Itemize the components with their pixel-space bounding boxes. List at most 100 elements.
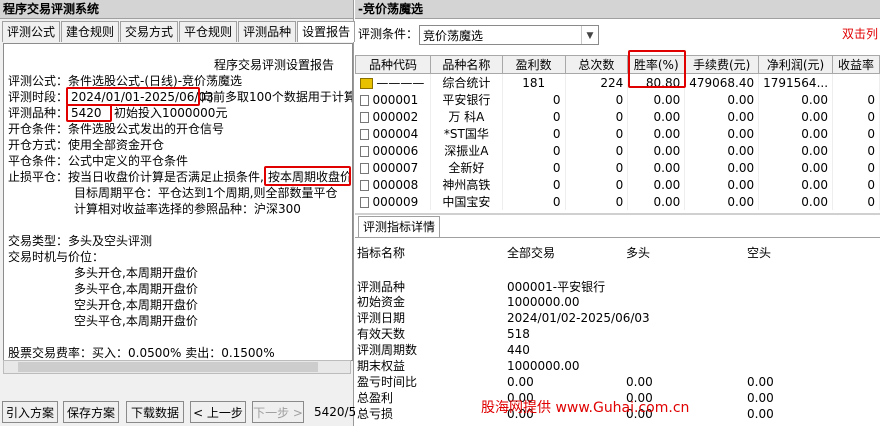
target-label: 目标周期平仓： bbox=[74, 186, 159, 200]
row-profit: 0.00 bbox=[758, 193, 834, 210]
row-profit: 0.00 bbox=[758, 91, 834, 108]
row-winrate: 0.00 bbox=[627, 193, 686, 210]
row-name: *ST国华 bbox=[430, 125, 503, 142]
table-row[interactable]: ———— 综合统计 181 224 80.80 479068.40 179156… bbox=[355, 73, 880, 91]
scrollbar-thumb[interactable] bbox=[18, 362, 318, 372]
detail-row-long: 0.00 bbox=[626, 375, 653, 389]
table-row[interactable]: 000007 全新好 0 0 0.00 0.00 0.00 0 bbox=[355, 159, 880, 176]
row-winrate: 0.00 bbox=[627, 125, 686, 142]
chevron-down-icon[interactable]: ▼ bbox=[581, 26, 598, 44]
detail-row-name: 期末权益 bbox=[357, 359, 406, 373]
progress-indicator: 5420/5 bbox=[314, 405, 357, 419]
row-total: 0 bbox=[565, 142, 629, 159]
tab-formula[interactable]: 评测公式 bbox=[2, 21, 61, 42]
table-row[interactable]: 000002 万 科A 0 0 0.00 0.00 0.00 0 bbox=[355, 108, 880, 125]
document-icon bbox=[359, 145, 369, 157]
row-total: 0 bbox=[565, 91, 629, 108]
timing-long-open: 多头开仓,本周期开盘价 bbox=[74, 266, 198, 280]
prev-step-button[interactable]: < 上一步 bbox=[190, 401, 246, 423]
table-row[interactable]: 000008 神州高铁 0 0 0.00 0.00 0.00 0 bbox=[355, 176, 880, 193]
benchmark: 计算相对收益率选择的参照品种：沪深300 bbox=[74, 202, 301, 216]
detail-row-short: 0.00 bbox=[747, 391, 774, 405]
table-row[interactable]: 000004 *ST国华 0 0 0.00 0.00 0.00 0 bbox=[355, 125, 880, 142]
timing-short-open: 空头开仓,本周期开盘价 bbox=[74, 298, 198, 312]
tab-variety[interactable]: 评测品种 bbox=[238, 21, 297, 42]
detail-row-short: 0.00 bbox=[747, 407, 774, 421]
row-code: ———— bbox=[355, 73, 431, 91]
col-return[interactable]: 收益率 bbox=[832, 55, 880, 74]
tab-close-rules[interactable]: 平仓规则 bbox=[179, 21, 238, 42]
report-horizontal-scrollbar[interactable] bbox=[3, 360, 351, 374]
detail-row-short: 0.00 bbox=[747, 375, 774, 389]
table-row[interactable]: 000009 中国宝安 0 0 0.00 0.00 0.00 0 bbox=[355, 193, 880, 210]
document-icon bbox=[359, 179, 369, 191]
row-win: 0 bbox=[502, 142, 566, 159]
tab-trade-mode[interactable]: 交易方式 bbox=[120, 21, 179, 42]
row-name: 全新好 bbox=[430, 159, 503, 176]
timing-long-close: 多头平仓,本周期开盘价 bbox=[74, 282, 198, 296]
row-return: 0 bbox=[832, 91, 880, 108]
save-button[interactable]: 保存方案 bbox=[63, 401, 119, 423]
row-profit: 1791564... bbox=[758, 73, 834, 91]
close-cond-label: 平仓条件： bbox=[8, 154, 69, 168]
row-return: 0 bbox=[832, 142, 880, 159]
row-profit: 0.00 bbox=[758, 108, 834, 125]
row-name: 神州高铁 bbox=[430, 176, 503, 193]
row-total: 0 bbox=[565, 159, 629, 176]
row-return: 0 bbox=[832, 125, 880, 142]
condition-label: 评测条件： bbox=[358, 27, 419, 41]
next-step-button[interactable]: 下一步 > bbox=[252, 401, 304, 423]
detail-col-long: 多头 bbox=[626, 246, 651, 260]
row-total: 0 bbox=[565, 176, 629, 193]
col-win[interactable]: 盈利数 bbox=[501, 55, 566, 74]
import-button[interactable]: 引入方案 bbox=[2, 401, 58, 423]
row-fee: 0.00 bbox=[684, 91, 760, 108]
table-row[interactable]: 000006 深振业A 0 0 0.00 0.00 0.00 0 bbox=[355, 142, 880, 159]
col-fee[interactable]: 手续费(元) bbox=[684, 55, 760, 74]
detail-row-all: 440 bbox=[507, 343, 530, 357]
row-win: 0 bbox=[502, 193, 566, 210]
open-cond-label: 开仓条件： bbox=[8, 122, 69, 136]
row-fee: 0.00 bbox=[684, 193, 760, 210]
detail-col-short: 空头 bbox=[747, 246, 772, 260]
row-profit: 0.00 bbox=[758, 125, 834, 142]
watermark: 股海网提供 www.Guhai.com.cn bbox=[481, 400, 690, 416]
detail-divider bbox=[355, 237, 880, 238]
period-suffix: 向前多取100个数据用于计算 bbox=[201, 90, 353, 104]
row-winrate: 0.00 bbox=[627, 159, 686, 176]
col-name[interactable]: 品种名称 bbox=[429, 55, 503, 74]
tab-report[interactable]: 设置报告 bbox=[297, 21, 356, 42]
table-row[interactable]: 000001 平安银行 0 0 0.00 0.00 0.00 0 bbox=[355, 91, 880, 108]
detail-row-name: 评测品种 bbox=[357, 280, 406, 294]
open-mode-value: 使用全部资金开仓 bbox=[68, 138, 165, 152]
row-win: 0 bbox=[502, 108, 566, 125]
col-total[interactable]: 总次数 bbox=[564, 55, 629, 74]
row-total: 0 bbox=[565, 193, 629, 210]
results-table: 品种代码 品种名称 盈利数 总次数 胜率(%) 手续费(元) 净利润(元) 收益… bbox=[355, 55, 880, 210]
condition-select[interactable]: 竞价荡魔选 ▼ bbox=[419, 25, 599, 45]
trade-time: 交易时机与价位： bbox=[8, 250, 105, 264]
row-winrate: 0.00 bbox=[627, 91, 686, 108]
tab-open-rules[interactable]: 建仓规则 bbox=[61, 21, 120, 42]
document-icon bbox=[359, 196, 369, 208]
tab-detail-metrics[interactable]: 评测指标详情 bbox=[358, 216, 441, 237]
download-button[interactable]: 下载数据 bbox=[126, 401, 184, 423]
close-cond-value: 公式中定义的平仓条件 bbox=[68, 154, 189, 168]
summary-icon bbox=[359, 77, 373, 89]
detail-row-all: 000001-平安银行 bbox=[507, 280, 606, 294]
double-click-hint: 双击列 bbox=[841, 27, 878, 41]
window-title: 程序交易评测系统 bbox=[0, 0, 353, 19]
timing-short-close: 空头平仓,本周期开盘价 bbox=[74, 314, 198, 328]
variety-suffix: 初始投入1000000元 bbox=[114, 106, 228, 120]
open-mode-label: 开仓方式： bbox=[8, 138, 69, 152]
row-profit: 0.00 bbox=[758, 159, 834, 176]
splitter[interactable] bbox=[355, 213, 880, 215]
row-winrate: 0.00 bbox=[627, 108, 686, 125]
col-profit[interactable]: 净利润(元) bbox=[758, 55, 834, 74]
row-name: 平安银行 bbox=[430, 91, 503, 108]
settings-report: 程序交易评测设置报告 评测公式： 条件选股公式-(日线)-竞价荡魔选 评测时段：… bbox=[3, 43, 353, 361]
condition-select-value: 竞价荡魔选 bbox=[423, 29, 484, 43]
row-win: 0 bbox=[502, 159, 566, 176]
results-title: -竞价荡魔选 bbox=[355, 0, 880, 19]
col-code[interactable]: 品种代码 bbox=[355, 55, 431, 74]
